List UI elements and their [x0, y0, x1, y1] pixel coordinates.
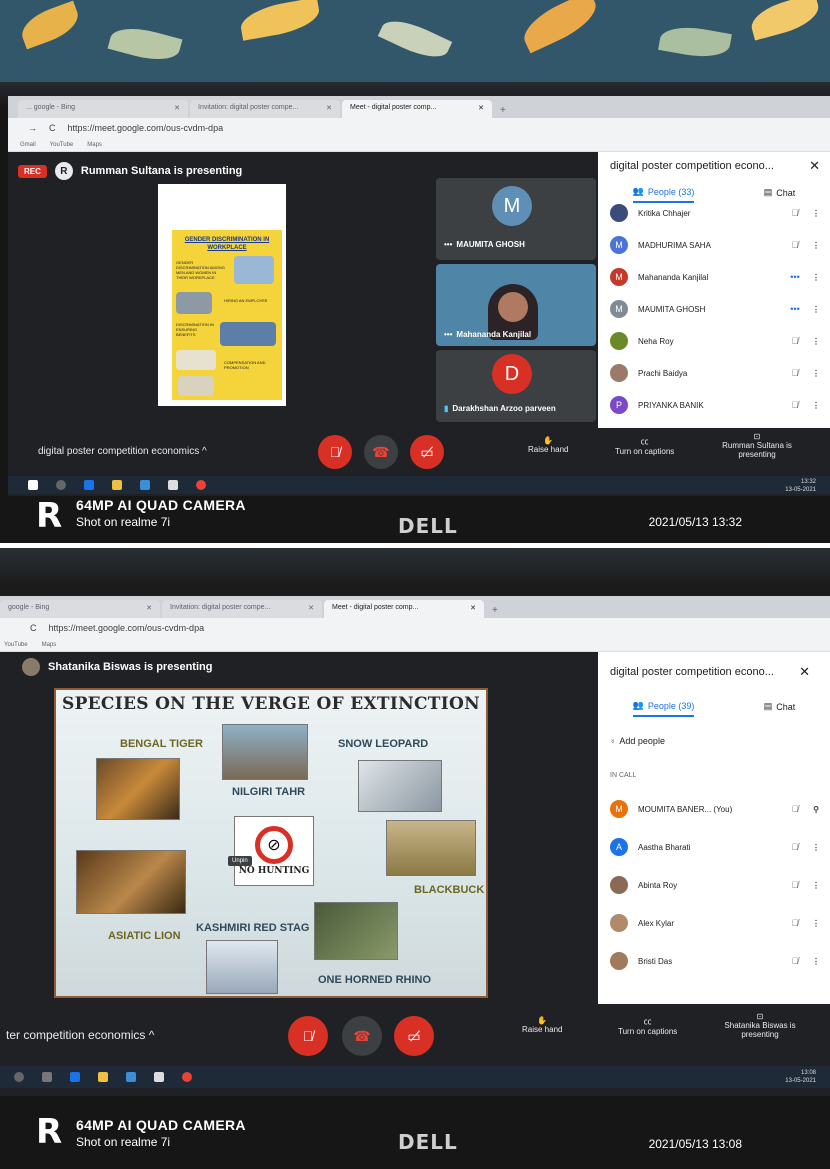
camera-watermark: R 64MP AI QUAD CAMERA Shot on realme 7i …	[0, 0, 830, 543]
photo-datetime: 2021/05/13 13:32	[648, 515, 742, 529]
camera-model: 64MP AI QUAD CAMERA	[76, 497, 246, 513]
dell-logo: DELL	[398, 514, 458, 538]
dell-logo: DELL	[398, 1130, 458, 1154]
photo-bottom: google - Bing ✕ Invitation: digital poste…	[0, 548, 830, 1169]
realme-logo: R	[36, 1112, 63, 1152]
shot-on: Shot on realme 7i	[76, 1135, 171, 1149]
photo-top: ... google - Bing ✕ Invitation: digital p…	[0, 0, 830, 543]
camera-watermark: R 64MP AI QUAD CAMERA Shot on realme 7i …	[0, 548, 830, 1169]
photo-datetime: 2021/05/13 13:08	[648, 1137, 742, 1151]
camera-model: 64MP AI QUAD CAMERA	[76, 1117, 246, 1133]
shot-on: Shot on realme 7i	[76, 515, 171, 529]
realme-logo: R	[36, 496, 63, 536]
